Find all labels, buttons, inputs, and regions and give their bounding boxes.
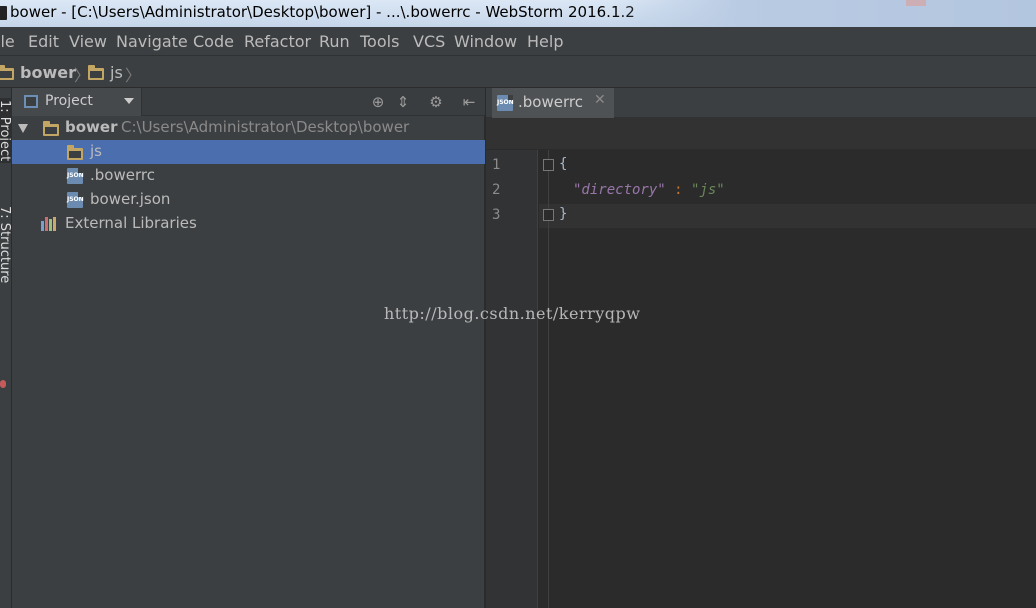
project-view-label: Project: [45, 93, 93, 109]
hide-panel-icon[interactable]: ⇤: [459, 92, 479, 112]
scroll-from-source-icon[interactable]: ⊕: [368, 92, 388, 112]
menu-edit[interactable]: Edit: [28, 32, 59, 51]
tree-item-bower-root[interactable]: bower C:\Users\Administrator\Desktop\bow…: [12, 116, 485, 140]
json-key: "directory": [573, 182, 666, 198]
tree-root-label: bower: [65, 118, 118, 136]
project-view-icon: [24, 95, 38, 108]
json-file-icon: JSON: [67, 192, 84, 208]
folder-icon: [88, 65, 104, 80]
menu-file[interactable]: File: [0, 32, 15, 51]
menu-code[interactable]: Code: [193, 32, 234, 51]
code-line-2: "directory" : "js": [573, 182, 725, 198]
code-line-3: }: [559, 206, 568, 222]
breadcrumb-separator: 〉: [125, 66, 142, 85]
library-icon: [41, 217, 59, 231]
editor-top-strip: [486, 118, 1036, 150]
editor-tab-bar: JSON .bowerrc ✕: [486, 88, 1036, 118]
title-bar-blurred-area: [610, 0, 1036, 27]
json-file-icon: JSON: [497, 95, 514, 111]
tree-item-external-libraries[interactable]: External Libraries: [12, 212, 485, 236]
menu-tools[interactable]: Tools: [360, 32, 399, 51]
breadcrumb-bower[interactable]: bower: [0, 63, 76, 82]
tree-item-bowerrc[interactable]: JSON .bowerrc: [12, 164, 485, 188]
folder-icon: [43, 121, 59, 136]
tree-item-label: js: [90, 142, 102, 160]
line-number: 3: [492, 207, 501, 223]
current-line-highlight: [539, 204, 1036, 228]
menu-run[interactable]: Run: [319, 32, 350, 51]
project-tool-window: Project ⊕ ⇕ ⚙ ⇤ bower C:\Users\Administr…: [12, 88, 485, 608]
menu-help[interactable]: Help: [527, 32, 563, 51]
tree-item-bower-json[interactable]: JSON bower.json: [12, 188, 485, 212]
line-number: 1: [492, 157, 501, 173]
tree-root-path: C:\Users\Administrator\Desktop\bower: [121, 118, 410, 136]
window-title-bar: bower - [C:\Users\Administrator\Desktop\…: [0, 0, 1036, 27]
window-title: bower - [C:\Users\Administrator\Desktop\…: [10, 3, 635, 21]
fold-marker-icon[interactable]: [543, 209, 554, 221]
left-tool-strip: 1: Project 7: Structure: [0, 88, 12, 608]
window-control-edge: [906, 0, 926, 6]
chevron-down-icon: [124, 98, 134, 104]
collapse-all-icon[interactable]: ⇕: [393, 92, 413, 112]
breadcrumb-js-label: js: [110, 63, 123, 82]
tree-item-js[interactable]: js: [12, 140, 485, 164]
menu-bar: File Edit View Navigate Code Refactor Ru…: [0, 27, 1036, 56]
menu-window[interactable]: Window: [454, 32, 517, 51]
tree-item-label: External Libraries: [65, 214, 197, 232]
menu-vcs[interactable]: VCS: [413, 32, 445, 51]
folder-icon: [0, 65, 14, 80]
project-panel-header: Project ⊕ ⇕ ⚙ ⇤: [12, 88, 485, 116]
structure-tab-icon: [0, 380, 6, 388]
menu-refactor[interactable]: Refactor: [244, 32, 311, 51]
close-icon[interactable]: ✕: [594, 92, 606, 108]
code-editor[interactable]: 1 2 3 { "directory" : "js" }: [486, 150, 1036, 608]
json-value: "js": [691, 182, 725, 198]
breadcrumb-bower-label: bower: [20, 63, 76, 82]
fold-marker-icon[interactable]: [543, 159, 554, 171]
tree-item-label: bower.json: [90, 190, 171, 208]
line-number: 2: [492, 182, 501, 198]
menu-view[interactable]: View: [69, 32, 107, 51]
project-view-selector[interactable]: Project: [12, 88, 142, 116]
tool-tab-structure[interactable]: 7: Structure: [0, 206, 12, 283]
json-file-icon: JSON: [67, 168, 84, 184]
webstorm-app-icon: [0, 6, 7, 20]
gear-icon[interactable]: ⚙: [426, 92, 446, 112]
breadcrumb-js[interactable]: js: [88, 63, 123, 82]
tree-item-label: .bowerrc: [90, 166, 155, 184]
code-line-1: {: [559, 156, 568, 172]
watermark-text: http://blog.csdn.net/kerryqpw: [384, 304, 641, 323]
editor-tab-bowerrc[interactable]: JSON .bowerrc ✕: [492, 88, 614, 118]
tool-tab-project[interactable]: 1: Project: [0, 98, 12, 164]
menu-navigate[interactable]: Navigate: [116, 32, 188, 51]
editor-tab-label: .bowerrc: [518, 93, 583, 111]
expand-arrow-icon[interactable]: [18, 124, 28, 133]
json-colon: :: [665, 182, 692, 198]
folder-icon: [67, 145, 83, 160]
navigation-bar: bower 〉 js 〉: [0, 56, 1036, 88]
